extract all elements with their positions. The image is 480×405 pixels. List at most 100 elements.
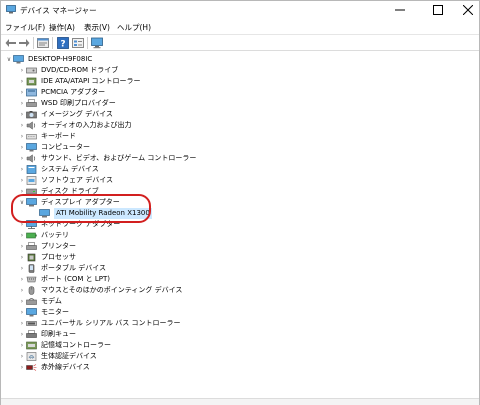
chevron-right-icon[interactable]: ›: [18, 362, 26, 373]
tree-item-portable-devices[interactable]: › ポータブル デバイス: [18, 263, 106, 274]
tree-item-sound-video-game[interactable]: › サウンド、ビデオ、およびゲーム コントローラー: [18, 153, 196, 164]
tree-item-label: ソフトウェア デバイス: [41, 176, 114, 184]
chevron-right-icon[interactable]: ›: [18, 109, 26, 120]
tree-item-system-devices[interactable]: › システム デバイス: [18, 164, 99, 175]
tree-item-usb[interactable]: › ユニバーサル シリアル バス コントローラー: [18, 318, 181, 329]
chevron-right-icon[interactable]: ›: [18, 87, 26, 98]
tree-item-keyboard[interactable]: › キーボード: [18, 131, 76, 142]
system-device-icon: [26, 165, 37, 174]
tree-item-wsd[interactable]: › WSD 印刷プロバイダー: [18, 98, 116, 109]
infrared-icon: [26, 364, 37, 371]
chevron-right-icon[interactable]: ›: [18, 285, 26, 296]
tree-item-biometric[interactable]: › 生体認証デバイス: [18, 351, 97, 362]
chevron-right-icon[interactable]: ›: [18, 318, 26, 329]
chevron-right-icon[interactable]: ›: [18, 263, 26, 274]
chevron-right-icon[interactable]: ›: [18, 230, 26, 241]
menu-action[interactable]: 操作(A): [49, 22, 75, 33]
chevron-right-icon[interactable]: ›: [18, 142, 26, 153]
biometric-icon: [26, 352, 37, 361]
close-icon: [463, 5, 473, 15]
close-button[interactable]: [453, 1, 480, 19]
tree-item-label: バッテリ: [41, 231, 69, 239]
chevron-right-icon[interactable]: ›: [18, 307, 26, 318]
tree-item-label: イメージング デバイス: [41, 110, 113, 118]
menu-help[interactable]: ヘルプ(H): [117, 22, 151, 33]
properties-icon[interactable]: [37, 37, 49, 49]
chevron-right-icon[interactable]: ›: [18, 65, 26, 76]
tree-root-label: DESKTOP-H9F08IC: [28, 55, 93, 63]
tree-item-ports[interactable]: › ポート (COM と LPT): [18, 274, 110, 285]
tree-item-infrared[interactable]: › 赤外線デバイス: [18, 362, 90, 373]
tree-item-audio-io[interactable]: › オーディオの入力および出力: [18, 120, 132, 131]
chevron-right-icon[interactable]: ›: [18, 164, 26, 175]
tree-item-battery[interactable]: › バッテリ: [18, 230, 69, 241]
chevron-right-icon[interactable]: ›: [18, 252, 26, 263]
tree-item-dvd[interactable]: › DVD/CD-ROM ドライブ: [18, 65, 118, 76]
chevron-right-icon[interactable]: ›: [18, 351, 26, 362]
chevron-right-icon[interactable]: ›: [18, 120, 26, 131]
forward-arrow-icon[interactable]: [18, 37, 30, 49]
tree-root[interactable]: ∨ DESKTOP-H9F08IC: [5, 54, 92, 65]
tree-item-software-devices[interactable]: › ソフトウェア デバイス: [18, 175, 113, 186]
scan-hardware-monitor-icon[interactable]: [91, 37, 103, 49]
tree-item-label: 印刷キュー: [41, 330, 76, 338]
menu-file[interactable]: ファイル(F): [5, 22, 45, 33]
chevron-right-icon[interactable]: ›: [18, 153, 26, 164]
tree-item-computer[interactable]: › コンピューター: [18, 142, 90, 153]
tree-item-modems[interactable]: › モデム: [18, 296, 62, 307]
tree-item-label: プロセッサ: [41, 253, 76, 261]
tree-item-label: ポート (COM と LPT): [41, 275, 110, 283]
maximize-button[interactable]: [423, 1, 453, 19]
help-icon[interactable]: ?: [57, 37, 69, 49]
tree-item-printers[interactable]: › プリンター: [18, 241, 76, 252]
tree-item-label: コンピューター: [41, 143, 90, 151]
chevron-right-icon[interactable]: ›: [18, 329, 26, 340]
chevron-right-icon[interactable]: ›: [18, 98, 26, 109]
tree-item-ide[interactable]: › IDE ATA/ATAPI コントローラー: [18, 76, 141, 87]
printer-icon: [26, 99, 37, 107]
tree-item-label: 赤外線デバイス: [41, 363, 90, 371]
tree-item-label: サウンド、ビデオ、およびゲーム コントローラー: [41, 154, 197, 162]
tree-item-label: キーボード: [41, 132, 76, 140]
chevron-right-icon[interactable]: ›: [18, 296, 26, 307]
annotation-highlight: [11, 194, 151, 223]
chevron-right-icon[interactable]: ›: [18, 76, 26, 87]
chevron-right-icon[interactable]: ›: [18, 340, 26, 351]
computer-icon: [13, 55, 24, 64]
maximize-icon: [433, 5, 443, 15]
menu-view[interactable]: 表示(V): [84, 22, 110, 33]
tree-item-storage-controllers[interactable]: › 記憶域コントローラー: [18, 340, 111, 351]
chevron-right-icon[interactable]: ›: [18, 131, 26, 142]
tree-item-label: オーディオの入力および出力: [41, 121, 132, 129]
toolbar-separator: [87, 37, 88, 49]
tree-item-monitors[interactable]: › モニター: [18, 307, 69, 318]
tree-item-print-queues[interactable]: › 印刷キュー: [18, 329, 76, 340]
tree-item-label: ユニバーサル シリアル バス コントローラー: [41, 319, 181, 327]
tree-item-label: プリンター: [41, 242, 76, 250]
pcmcia-icon: [26, 88, 37, 97]
driver-details-icon[interactable]: [72, 37, 84, 49]
tree-item-label: ポータブル デバイス: [41, 264, 107, 272]
ide-controller-icon: [26, 77, 37, 86]
tree-item-label: PCMCIA アダプター: [41, 88, 106, 96]
status-bar: [1, 398, 479, 405]
printer-icon: [26, 242, 37, 250]
tree-item-processors[interactable]: › プロセッサ: [18, 252, 76, 263]
tree-item-pcmcia[interactable]: › PCMCIA アダプター: [18, 87, 105, 98]
chevron-right-icon[interactable]: ›: [18, 241, 26, 252]
tree-item-label: IDE ATA/ATAPI コントローラー: [41, 77, 141, 85]
chevron-right-icon[interactable]: ›: [18, 175, 26, 186]
usb-icon: [26, 321, 37, 326]
dvd-drive-icon: [26, 67, 37, 74]
chevron-down-icon[interactable]: ∨: [5, 54, 13, 65]
svg-text:?: ?: [60, 40, 65, 50]
tree-item-mice[interactable]: › マウスとそのほかのポインティング デバイス: [18, 285, 182, 296]
window-title: デバイス マネージャー: [20, 6, 97, 15]
tree-item-imaging[interactable]: › イメージング デバイス: [18, 109, 113, 120]
chevron-right-icon[interactable]: ›: [18, 274, 26, 285]
back-arrow-icon[interactable]: [5, 37, 17, 49]
title-bar: デバイス マネージャー: [1, 1, 479, 19]
minimize-button[interactable]: [385, 1, 415, 19]
toolbar: ?: [1, 34, 479, 50]
tree-item-label: 記憶域コントローラー: [41, 341, 111, 349]
